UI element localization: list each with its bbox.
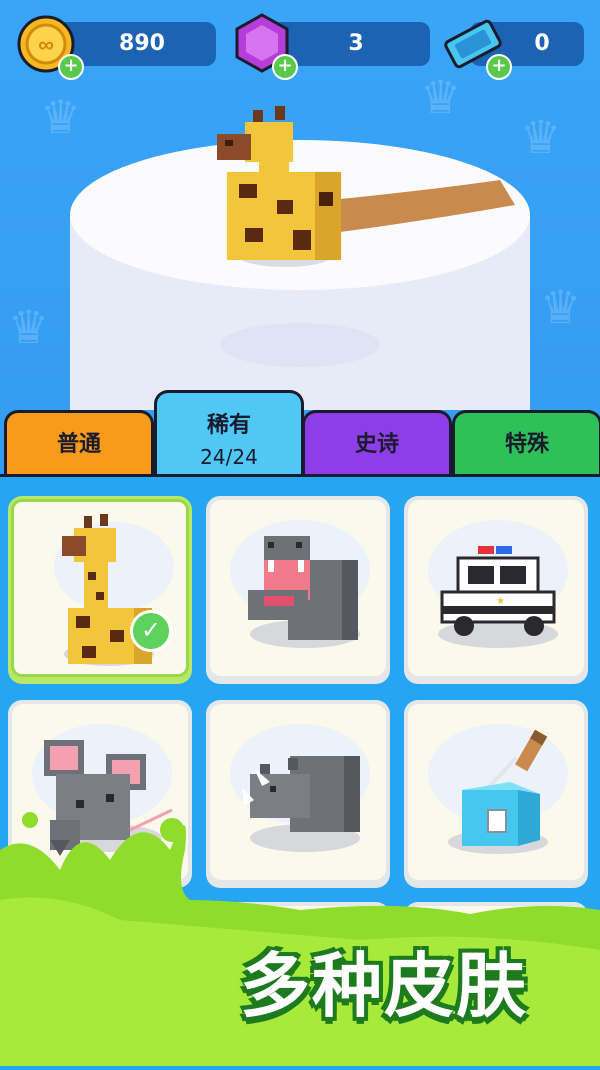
tab-special-label: 特殊: [504, 432, 549, 457]
crown-pattern-icon: ♛: [8, 300, 50, 354]
tab-common[interactable]: 普通: [4, 410, 154, 477]
add-coins-button[interactable]: +: [58, 54, 84, 80]
tab-special[interactable]: 特殊: [452, 410, 600, 477]
add-tickets-button[interactable]: +: [486, 54, 512, 80]
promo-banner-text: 多种皮肤: [240, 945, 528, 1027]
gem-value: 3: [348, 31, 364, 56]
crown-pattern-icon: ♛: [40, 90, 82, 144]
add-gems-button[interactable]: +: [272, 54, 298, 80]
coin-value: 890: [119, 31, 165, 56]
tab-rare-count: 24/24: [200, 445, 258, 469]
selected-check-icon: ✓: [130, 610, 172, 652]
crown-pattern-icon: ♛: [420, 70, 462, 124]
ticket-value: 0: [534, 31, 550, 56]
police-car-skin-icon: ★: [440, 546, 556, 636]
crown-pattern-icon: ♛: [540, 280, 582, 334]
tab-common-label: 普通: [56, 432, 101, 457]
tab-epic-label: 史诗: [354, 432, 399, 457]
tab-rare-label: 稀有: [206, 413, 251, 438]
svg-text:∞: ∞: [38, 32, 54, 57]
svg-text:★: ★: [496, 596, 505, 607]
hippo-skin-icon: [248, 536, 358, 640]
tab-rare[interactable]: 稀有 24/24: [154, 390, 304, 479]
skin-card-hippo[interactable]: [206, 496, 390, 684]
tab-epic[interactable]: 史诗: [302, 410, 452, 477]
skin-card-police-car[interactable]: ★: [404, 496, 588, 684]
giraffe-preview: [215, 100, 350, 270]
skin-card-giraffe[interactable]: ✓: [8, 496, 192, 684]
